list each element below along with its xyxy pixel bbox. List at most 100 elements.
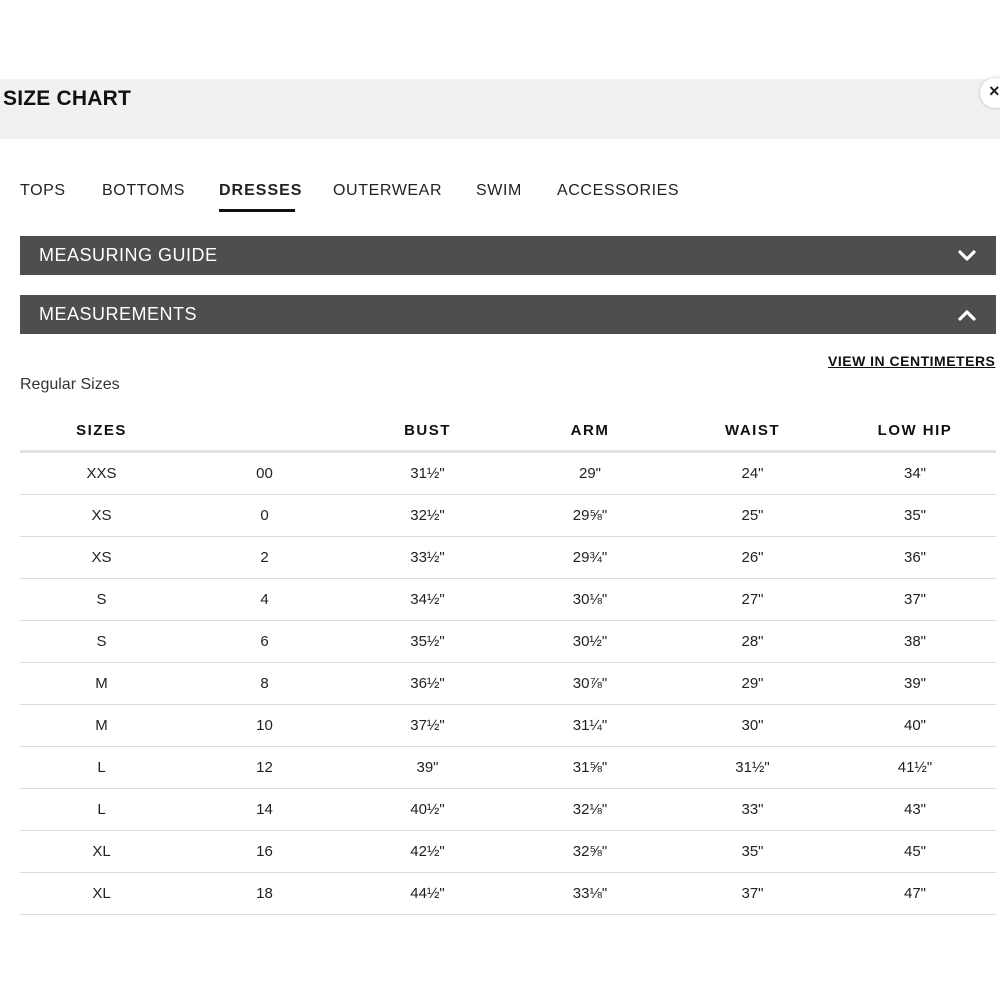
low-hip-cell: 34" [834, 451, 996, 495]
measuring-guide-accordion[interactable]: MEASURING GUIDE [20, 236, 996, 275]
arm-cell: 29⅝" [509, 494, 671, 537]
column-header: SIZES [20, 410, 183, 453]
tab-tops[interactable]: TOPS [20, 182, 66, 200]
size-label-cell: XXS [20, 451, 183, 495]
arm-cell: 30½" [509, 620, 671, 663]
bust-cell: 39" [346, 746, 509, 789]
table-row: L 14 40½" 32⅛" 33" 43" [20, 788, 996, 831]
column-header: BUST [346, 410, 509, 453]
arm-cell: 31⅝" [509, 746, 671, 789]
table-row: XXS 00 31½" 29" 24" 34" [20, 451, 996, 495]
waist-cell: 37" [671, 872, 834, 915]
table-row: XL 18 44½" 33⅛" 37" 47" [20, 872, 996, 915]
tab-outerwear[interactable]: OUTERWEAR [333, 182, 442, 200]
numeric-size-cell: 12 [183, 746, 346, 789]
size-chart-header: SIZE CHART [0, 79, 1000, 139]
size-label-cell: XS [20, 494, 183, 537]
column-header [183, 410, 346, 453]
table-row: XL 16 42½" 32⅝" 35" 45" [20, 830, 996, 873]
measurements-accordion[interactable]: MEASUREMENTS [20, 295, 996, 334]
arm-cell: 32⅝" [509, 830, 671, 873]
bust-cell: 42½" [346, 830, 509, 873]
arm-cell: 29¾" [509, 536, 671, 579]
table-row: XS 0 32½" 29⅝" 25" 35" [20, 494, 996, 537]
chevron-up-icon [958, 310, 976, 321]
low-hip-cell: 45" [834, 830, 996, 873]
waist-cell: 33" [671, 788, 834, 831]
tab-bottoms[interactable]: BOTTOMS [102, 182, 185, 200]
low-hip-cell: 41½" [834, 746, 996, 789]
waist-cell: 27" [671, 578, 834, 621]
size-label-cell: M [20, 662, 183, 705]
numeric-size-cell: 14 [183, 788, 346, 831]
size-label-cell: M [20, 704, 183, 747]
column-header: WAIST [671, 410, 834, 453]
size-label-cell: L [20, 788, 183, 831]
size-label-cell: L [20, 746, 183, 789]
waist-cell: 24" [671, 451, 834, 495]
table-row: S 4 34½" 30⅛" 27" 37" [20, 578, 996, 621]
numeric-size-cell: 16 [183, 830, 346, 873]
tab-accessories[interactable]: ACCESSORIES [557, 182, 679, 200]
category-tabs: TOPS BOTTOMS DRESSES OUTERWEAR SWIM ACCE… [0, 178, 1000, 218]
table-row: S 6 35½" 30½" 28" 38" [20, 620, 996, 663]
active-tab-indicator [219, 209, 295, 212]
arm-cell: 29" [509, 451, 671, 495]
chevron-down-icon [958, 250, 976, 261]
table-row: M 10 37½" 31¼" 30" 40" [20, 704, 996, 747]
measuring-guide-label: MEASURING GUIDE [39, 245, 218, 265]
close-icon: × [989, 81, 1000, 101]
size-label-cell: XL [20, 872, 183, 915]
regular-sizes-label: Regular Sizes [20, 376, 120, 393]
waist-cell: 25" [671, 494, 834, 537]
table-row: M 8 36½" 30⅞" 29" 39" [20, 662, 996, 705]
tab-swim[interactable]: SWIM [476, 182, 522, 200]
numeric-size-cell: 00 [183, 451, 346, 495]
arm-cell: 32⅛" [509, 788, 671, 831]
low-hip-cell: 47" [834, 872, 996, 915]
bust-cell: 33½" [346, 536, 509, 579]
size-table-body: XXS 00 31½" 29" 24" 34" XS 0 32½" 29⅝" 25" 35" XS 2 33… [20, 451, 996, 915]
column-header: LOW HIP [834, 410, 996, 453]
waist-cell: 29" [671, 662, 834, 705]
numeric-size-cell: 8 [183, 662, 346, 705]
bust-cell: 31½" [346, 451, 509, 495]
low-hip-cell: 37" [834, 578, 996, 621]
bust-cell: 35½" [346, 620, 509, 663]
arm-cell: 30⅞" [509, 662, 671, 705]
size-label-cell: S [20, 578, 183, 621]
table-row: XS 2 33½" 29¾" 26" 36" [20, 536, 996, 579]
column-header: ARM [509, 410, 671, 453]
waist-cell: 31½" [671, 746, 834, 789]
size-label-cell: XS [20, 536, 183, 579]
low-hip-cell: 35" [834, 494, 996, 537]
low-hip-cell: 40" [834, 704, 996, 747]
waist-cell: 35" [671, 830, 834, 873]
low-hip-cell: 43" [834, 788, 996, 831]
waist-cell: 26" [671, 536, 834, 579]
bust-cell: 37½" [346, 704, 509, 747]
numeric-size-cell: 4 [183, 578, 346, 621]
numeric-size-cell: 2 [183, 536, 346, 579]
numeric-size-cell: 6 [183, 620, 346, 663]
arm-cell: 30⅛" [509, 578, 671, 621]
low-hip-cell: 39" [834, 662, 996, 705]
modal-title: SIZE CHART [3, 87, 131, 110]
arm-cell: 31¼" [509, 704, 671, 747]
size-label-cell: S [20, 620, 183, 663]
bust-cell: 44½" [346, 872, 509, 915]
bust-cell: 32½" [346, 494, 509, 537]
waist-cell: 30" [671, 704, 834, 747]
table-header-row: SIZES BUST ARM WAIST LOW HIP [20, 410, 996, 453]
numeric-size-cell: 18 [183, 872, 346, 915]
bust-cell: 36½" [346, 662, 509, 705]
bust-cell: 34½" [346, 578, 509, 621]
numeric-size-cell: 10 [183, 704, 346, 747]
table-row: L 12 39" 31⅝" 31½" 41½" [20, 746, 996, 789]
size-label-cell: XL [20, 830, 183, 873]
measurements-label: MEASUREMENTS [39, 304, 198, 324]
tab-dresses[interactable]: DRESSES [219, 182, 302, 200]
low-hip-cell: 38" [834, 620, 996, 663]
waist-cell: 28" [671, 620, 834, 663]
view-in-centimeters-link[interactable]: VIEW IN CENTIMETERS [828, 353, 995, 369]
